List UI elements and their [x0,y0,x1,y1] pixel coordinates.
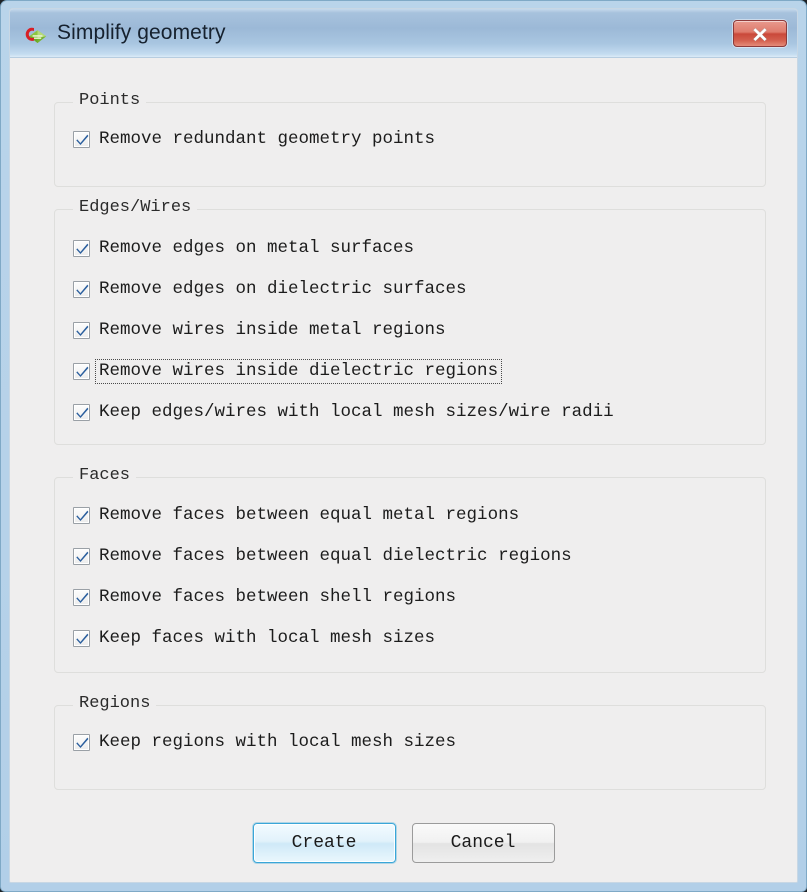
checkbox-checked-icon[interactable] [73,733,90,751]
create-button[interactable]: Create [252,823,396,863]
checkbox-checked-icon[interactable] [73,362,90,380]
checkbox-checked-icon[interactable] [73,321,90,339]
checkbox-row-keep-faces-with-local-mesh-sizes[interactable]: Keep faces with local mesh sizes [73,625,438,651]
checkbox-label: Keep edges/wires with local mesh sizes/w… [99,401,614,422]
group-regions: Regions Keep regions with local mesh siz… [54,694,766,790]
group-title-faces: Faces [73,466,137,485]
checkbox-row-remove-faces-between-equal-metal-regions[interactable]: Remove faces between equal metal regions [73,502,522,528]
checkbox-row-keep-regions-with-local-mesh-sizes[interactable]: Keep regions with local mesh sizes [73,729,459,755]
group-faces: Faces Remove faces between equal metal r… [54,466,766,673]
checkbox-label: Remove faces between shell regions [99,586,457,607]
group-title-edges-wires: Edges/Wires [73,198,198,217]
checkbox-label: Remove wires inside dielectric regions [94,358,503,384]
close-button[interactable] [733,20,787,47]
cst-application-icon [24,26,48,48]
dialog-body: Points Remove redundant geometry points … [10,58,797,882]
checkbox-checked-icon[interactable] [73,280,90,298]
dialog-window-inner: Simplify geometry Points Remove redundan… [9,8,798,883]
dialog-window: Simplify geometry Points Remove redundan… [0,0,807,892]
checkbox-row-remove-faces-between-equal-dielectric-regions[interactable]: Remove faces between equal dielectric re… [73,543,575,569]
checkbox-checked-icon[interactable] [73,403,90,421]
dialog-button-bar: Create Cancel [10,823,797,863]
close-icon [753,27,767,42]
group-title-regions: Regions [73,694,157,713]
checkbox-checked-icon[interactable] [73,130,90,148]
title-bar: Simplify geometry [10,9,797,58]
cancel-button[interactable]: Cancel [411,823,555,863]
checkbox-checked-icon[interactable] [73,629,90,647]
group-title-points: Points [73,91,147,110]
checkbox-label: Remove wires inside metal regions [99,319,446,340]
checkbox-checked-icon[interactable] [73,547,90,565]
checkbox-row-remove-wires-inside-dielectric-regions[interactable]: Remove wires inside dielectric regions [73,358,503,384]
checkbox-row-remove-wires-inside-metal-regions[interactable]: Remove wires inside metal regions [73,317,449,343]
checkbox-label: Remove faces between equal metal regions [99,504,520,525]
window-title: Simplify geometry [57,21,226,44]
checkbox-row-remove-edges-on-metal-surfaces[interactable]: Remove edges on metal surfaces [73,235,417,261]
checkbox-label: Remove edges on dielectric surfaces [99,278,467,299]
group-points: Points Remove redundant geometry points [54,91,766,187]
checkbox-row-remove-faces-between-shell-regions[interactable]: Remove faces between shell regions [73,584,459,610]
group-edges-wires: Edges/Wires Remove edges on metal surfac… [54,198,766,445]
checkbox-checked-icon[interactable] [73,239,90,257]
checkbox-row-keep-edges-wires-with-local-mesh-sizes[interactable]: Keep edges/wires with local mesh sizes/w… [73,399,617,425]
checkbox-row-remove-edges-on-dielectric-surfaces[interactable]: Remove edges on dielectric surfaces [73,276,470,302]
checkbox-row-remove-redundant-geometry-points[interactable]: Remove redundant geometry points [73,126,438,152]
checkbox-label: Remove faces between equal dielectric re… [99,545,572,566]
checkbox-label: Keep faces with local mesh sizes [99,627,436,648]
checkbox-label: Remove redundant geometry points [99,128,436,149]
checkbox-checked-icon[interactable] [73,506,90,524]
checkbox-label: Remove edges on metal surfaces [99,237,415,258]
checkbox-label: Keep regions with local mesh sizes [99,731,457,752]
checkbox-checked-icon[interactable] [73,588,90,606]
